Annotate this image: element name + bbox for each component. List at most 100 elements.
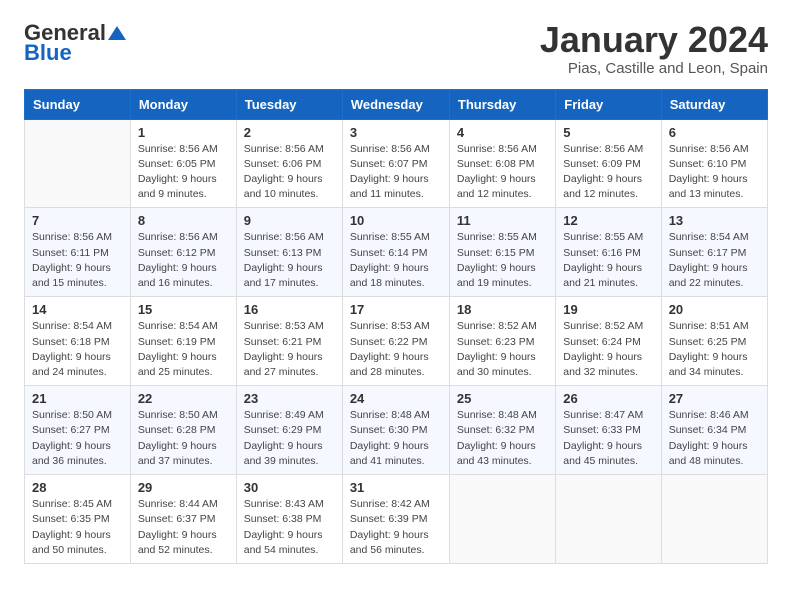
calendar-week-row: 28 Sunrise: 8:45 AM Sunset: 6:35 PM Dayli… xyxy=(25,475,768,564)
calendar-week-row: 14Sunrise: 8:54 AM Sunset: 6:18 PM Dayli… xyxy=(25,297,768,386)
day-number: 27 xyxy=(669,391,760,406)
day-info: Sunrise: 8:56 AM Sunset: 6:06 PM Dayligh… xyxy=(244,142,335,203)
calendar-table: SundayMondayTuesdayWednesdayThursdayFrid… xyxy=(24,89,768,564)
day-number: 17 xyxy=(350,302,442,317)
col-header-tuesday: Tuesday xyxy=(236,89,342,119)
day-info: Sunrise: 8:56 AM Sunset: 6:10 PM Dayligh… xyxy=(669,142,760,203)
logo-blue: Blue xyxy=(24,40,72,66)
day-info: Sunrise: 8:48 AM Sunset: 6:30 PM Dayligh… xyxy=(350,408,442,469)
title-area: January 2024 Pias, Castille and Leon, Sp… xyxy=(540,20,768,77)
day-number: 4 xyxy=(457,125,548,140)
day-number: 19 xyxy=(563,302,653,317)
calendar-day-cell: 4Sunrise: 8:56 AM Sunset: 6:08 PM Daylig… xyxy=(449,119,555,208)
calendar-day-cell: 29Sunrise: 8:44 AM Sunset: 6:37 PM Dayli… xyxy=(130,475,236,564)
calendar-day-cell: 31 Sunrise: 8:42 AM Sunset: 6:39 PM Dayli… xyxy=(342,475,449,564)
day-info: Sunrise: 8:47 AM Sunset: 6:33 PM Dayligh… xyxy=(563,408,653,469)
col-header-monday: Monday xyxy=(130,89,236,119)
logo-triangle-icon xyxy=(108,24,126,42)
day-number: 5 xyxy=(563,125,653,140)
day-info: Sunrise: 8:54 AM Sunset: 6:19 PM Dayligh… xyxy=(138,319,229,380)
calendar-day-cell: 14Sunrise: 8:54 AM Sunset: 6:18 PM Dayli… xyxy=(25,297,131,386)
calendar-day-cell: 24 Sunrise: 8:48 AM Sunset: 6:30 PM Dayli… xyxy=(342,386,449,475)
day-number: 11 xyxy=(457,213,548,228)
day-number: 3 xyxy=(350,125,442,140)
calendar-day-cell xyxy=(661,475,767,564)
day-info: Sunrise: 8:50 AM Sunset: 6:27 PM Dayligh… xyxy=(32,408,123,469)
month-title: January 2024 xyxy=(540,20,768,60)
day-number: 7 xyxy=(32,213,123,228)
calendar-week-row: 21Sunrise: 8:50 AM Sunset: 6:27 PM Dayli… xyxy=(25,386,768,475)
day-number: 29 xyxy=(138,480,229,495)
calendar-day-cell: 11 Sunrise: 8:55 AM Sunset: 6:15 PM Dayli… xyxy=(449,208,555,297)
day-info: Sunrise: 8:42 AM Sunset: 6:39 PM Dayligh… xyxy=(350,497,442,558)
col-header-saturday: Saturday xyxy=(661,89,767,119)
day-number: 25 xyxy=(457,391,548,406)
day-info: Sunrise: 8:56 AM Sunset: 6:07 PM Dayligh… xyxy=(350,142,442,203)
location-subtitle: Pias, Castille and Leon, Spain xyxy=(540,60,768,77)
day-number: 8 xyxy=(138,213,229,228)
calendar-day-cell: 30Sunrise: 8:43 AM Sunset: 6:38 PM Dayli… xyxy=(236,475,342,564)
calendar-day-cell: 18 Sunrise: 8:52 AM Sunset: 6:23 PM Dayli… xyxy=(449,297,555,386)
calendar-day-cell xyxy=(556,475,661,564)
day-number: 15 xyxy=(138,302,229,317)
col-header-wednesday: Wednesday xyxy=(342,89,449,119)
day-info: Sunrise: 8:53 AM Sunset: 6:21 PM Dayligh… xyxy=(244,319,335,380)
calendar-day-cell: 7 Sunrise: 8:56 AM Sunset: 6:11 PM Daylig… xyxy=(25,208,131,297)
calendar-day-cell: 12 Sunrise: 8:55 AM Sunset: 6:16 PM Dayli… xyxy=(556,208,661,297)
day-info: Sunrise: 8:52 AM Sunset: 6:23 PM Dayligh… xyxy=(457,319,548,380)
day-info: Sunrise: 8:56 AM Sunset: 6:05 PM Dayligh… xyxy=(138,142,229,203)
day-number: 31 xyxy=(350,480,442,495)
col-header-thursday: Thursday xyxy=(449,89,555,119)
day-number: 10 xyxy=(350,213,442,228)
day-info: Sunrise: 8:50 AM Sunset: 6:28 PM Dayligh… xyxy=(138,408,229,469)
day-info: Sunrise: 8:49 AM Sunset: 6:29 PM Dayligh… xyxy=(244,408,335,469)
day-number: 6 xyxy=(669,125,760,140)
day-info: Sunrise: 8:53 AM Sunset: 6:22 PM Dayligh… xyxy=(350,319,442,380)
day-number: 9 xyxy=(244,213,335,228)
calendar-day-cell: 9 Sunrise: 8:56 AM Sunset: 6:13 PM Daylig… xyxy=(236,208,342,297)
day-number: 12 xyxy=(563,213,653,228)
day-number: 18 xyxy=(457,302,548,317)
calendar-day-cell xyxy=(25,119,131,208)
day-number: 23 xyxy=(244,391,335,406)
calendar-day-cell: 17 Sunrise: 8:53 AM Sunset: 6:22 PM Dayli… xyxy=(342,297,449,386)
calendar-day-cell: 5Sunrise: 8:56 AM Sunset: 6:09 PM Daylig… xyxy=(556,119,661,208)
day-info: Sunrise: 8:55 AM Sunset: 6:14 PM Dayligh… xyxy=(350,230,442,291)
calendar-day-cell: 10 Sunrise: 8:55 AM Sunset: 6:14 PM Dayli… xyxy=(342,208,449,297)
day-info: Sunrise: 8:52 AM Sunset: 6:24 PM Dayligh… xyxy=(563,319,653,380)
day-info: Sunrise: 8:56 AM Sunset: 6:12 PM Dayligh… xyxy=(138,230,229,291)
day-number: 22 xyxy=(138,391,229,406)
page-header: General Blue January 2024 Pias, Castille… xyxy=(24,20,768,77)
day-number: 20 xyxy=(669,302,760,317)
day-number: 2 xyxy=(244,125,335,140)
calendar-header-row: SundayMondayTuesdayWednesdayThursdayFrid… xyxy=(25,89,768,119)
calendar-day-cell: 21Sunrise: 8:50 AM Sunset: 6:27 PM Dayli… xyxy=(25,386,131,475)
calendar-day-cell xyxy=(449,475,555,564)
calendar-day-cell: 22 Sunrise: 8:50 AM Sunset: 6:28 PM Dayli… xyxy=(130,386,236,475)
day-number: 13 xyxy=(669,213,760,228)
calendar-day-cell: 20 Sunrise: 8:51 AM Sunset: 6:25 PM Dayli… xyxy=(661,297,767,386)
calendar-day-cell: 1Sunrise: 8:56 AM Sunset: 6:05 PM Daylig… xyxy=(130,119,236,208)
calendar-day-cell: 2 Sunrise: 8:56 AM Sunset: 6:06 PM Daylig… xyxy=(236,119,342,208)
calendar-day-cell: 19 Sunrise: 8:52 AM Sunset: 6:24 PM Dayli… xyxy=(556,297,661,386)
calendar-day-cell: 3 Sunrise: 8:56 AM Sunset: 6:07 PM Daylig… xyxy=(342,119,449,208)
day-number: 26 xyxy=(563,391,653,406)
calendar-day-cell: 6 Sunrise: 8:56 AM Sunset: 6:10 PM Daylig… xyxy=(661,119,767,208)
calendar-week-row: 7 Sunrise: 8:56 AM Sunset: 6:11 PM Daylig… xyxy=(25,208,768,297)
day-info: Sunrise: 8:56 AM Sunset: 6:13 PM Dayligh… xyxy=(244,230,335,291)
day-info: Sunrise: 8:48 AM Sunset: 6:32 PM Dayligh… xyxy=(457,408,548,469)
col-header-friday: Friday xyxy=(556,89,661,119)
calendar-day-cell: 25 Sunrise: 8:48 AM Sunset: 6:32 PM Dayli… xyxy=(449,386,555,475)
day-info: Sunrise: 8:45 AM Sunset: 6:35 PM Dayligh… xyxy=(32,497,123,558)
day-info: Sunrise: 8:51 AM Sunset: 6:25 PM Dayligh… xyxy=(669,319,760,380)
day-info: Sunrise: 8:56 AM Sunset: 6:11 PM Dayligh… xyxy=(32,230,123,291)
day-info: Sunrise: 8:55 AM Sunset: 6:15 PM Dayligh… xyxy=(457,230,548,291)
calendar-day-cell: 8 Sunrise: 8:56 AM Sunset: 6:12 PM Daylig… xyxy=(130,208,236,297)
day-number: 16 xyxy=(244,302,335,317)
day-info: Sunrise: 8:55 AM Sunset: 6:16 PM Dayligh… xyxy=(563,230,653,291)
day-number: 28 xyxy=(32,480,123,495)
day-number: 24 xyxy=(350,391,442,406)
logo: General Blue xyxy=(24,20,126,66)
calendar-day-cell: 16 Sunrise: 8:53 AM Sunset: 6:21 PM Dayli… xyxy=(236,297,342,386)
calendar-week-row: 1Sunrise: 8:56 AM Sunset: 6:05 PM Daylig… xyxy=(25,119,768,208)
